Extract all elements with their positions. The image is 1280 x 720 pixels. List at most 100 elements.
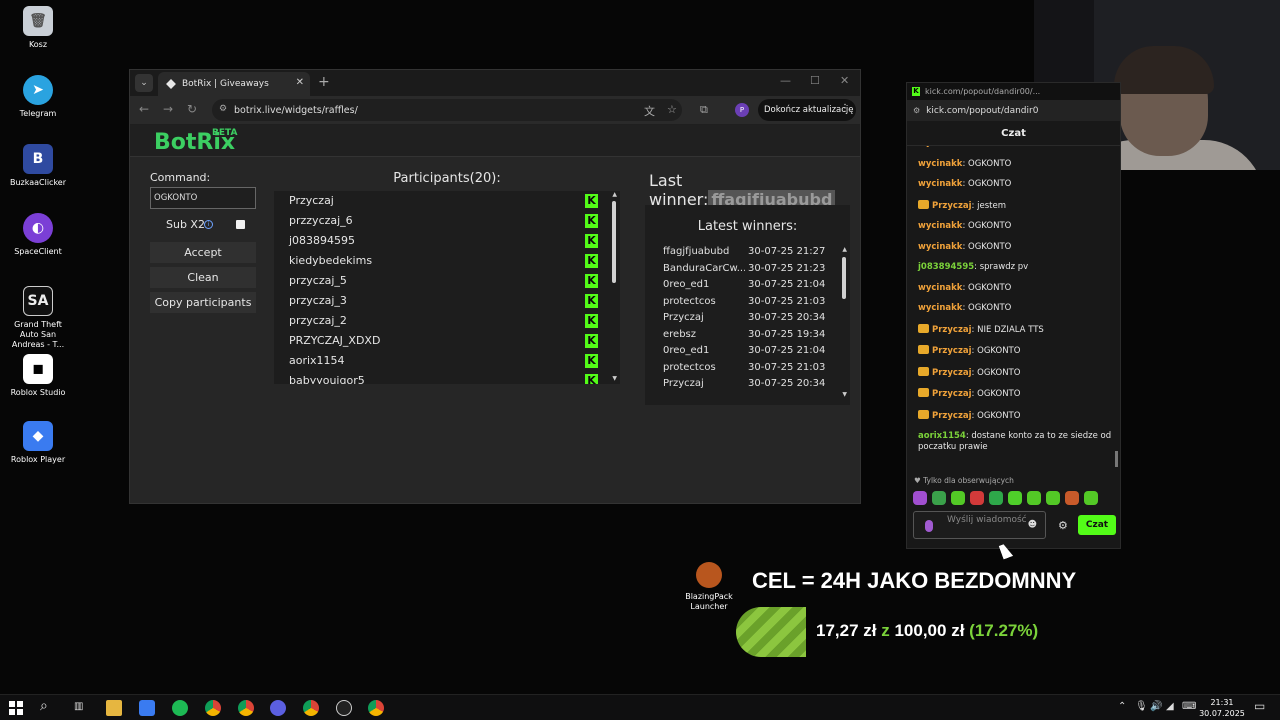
start-button[interactable] [9, 701, 23, 715]
store-icon[interactable] [139, 700, 155, 716]
file-explorer-icon[interactable] [106, 700, 122, 716]
chat-username[interactable]: j083894595 [918, 262, 974, 272]
chat-username[interactable]: aorix1154 [918, 431, 966, 441]
participant-row[interactable]: przzyczaj_6 K [274, 211, 620, 231]
emote-icon[interactable] [932, 491, 946, 505]
chat-username[interactable]: Przyczaj [932, 389, 972, 399]
copy-participants-button[interactable]: Copy participants [150, 292, 256, 313]
site-info-icon[interactable]: ⚙ [913, 106, 920, 115]
tab-botrix[interactable]: BotRix | Giveaways ✕ [158, 72, 310, 96]
chat-message-input[interactable]: Wyślij wiadomość ☻ [913, 511, 1046, 539]
desktop-icon-roblox-player[interactable]: ◆ Roblox Player [4, 421, 72, 465]
bookmark-star-icon[interactable]: ☆ [667, 103, 677, 116]
chrome-icon[interactable] [205, 700, 221, 716]
participant-row[interactable]: kiedybedekims K [274, 251, 620, 271]
send-chat-button[interactable]: Czat [1078, 515, 1116, 535]
emote-icon[interactable] [989, 491, 1003, 505]
chrome-icon[interactable] [238, 700, 254, 716]
scroll-up-icon[interactable]: ▲ [612, 191, 617, 198]
emote-icon[interactable] [1065, 491, 1079, 505]
participant-row[interactable]: aorix1154 K [274, 351, 620, 371]
address-bar[interactable]: ⚙ botrix.live/widgets/raffles/ [212, 99, 682, 121]
chrome-icon[interactable] [368, 700, 384, 716]
language-icon[interactable]: ⌨ [1182, 701, 1196, 712]
participant-row[interactable]: przyczaj_5 K [274, 271, 620, 291]
close-tab-icon[interactable]: ✕ [296, 77, 304, 88]
forward-button[interactable]: → [163, 102, 173, 116]
participant-row[interactable]: babyyouiqor5 K [274, 371, 620, 384]
participant-row[interactable]: j083894595 K [274, 231, 620, 251]
tray-chevron-icon[interactable]: ⌃ [1118, 701, 1126, 712]
chat-username[interactable]: wycinakk [918, 221, 962, 231]
discord-icon[interactable] [270, 700, 286, 716]
emote-icon[interactable] [1027, 491, 1041, 505]
participants-scrollbar[interactable] [612, 201, 616, 283]
tab-search-dropdown[interactable]: ⌄ [135, 74, 153, 92]
chat-address-bar[interactable]: ⚙ kick.com/popout/dandir0 [907, 100, 1120, 121]
close-window-button[interactable]: ✕ [840, 74, 849, 87]
winners-scrollbar[interactable] [842, 257, 846, 299]
chat-username[interactable]: Przyczaj [932, 325, 972, 335]
reload-button[interactable]: ↻ [187, 102, 197, 116]
latest-winners-box[interactable]: Latest winners: ffagjfjuabubd 30-07-25 21… [645, 205, 850, 405]
chat-username[interactable]: wycinakk [918, 146, 962, 148]
command-input[interactable]: OGKONTO [150, 187, 256, 209]
participant-row[interactable]: Przyczaj K [274, 191, 620, 211]
chat-username[interactable]: Przyczaj [932, 368, 972, 378]
microphone-icon[interactable] [925, 520, 933, 532]
clean-button[interactable]: Clean [150, 267, 256, 288]
spotify-icon[interactable] [172, 700, 188, 716]
profile-avatar[interactable]: P [735, 103, 749, 117]
emote-icon[interactable] [1046, 491, 1060, 505]
search-icon[interactable]: ⌕ [40, 698, 48, 714]
taskbar-clock[interactable]: 21:31 30.07.2025 [1198, 697, 1246, 719]
site-info-icon[interactable]: ⚙ [219, 104, 227, 114]
more-menu-icon[interactable]: ⋮ [840, 103, 850, 114]
desktop-icon-buzkaaclicker[interactable]: B BuzkaaClicker [4, 144, 72, 188]
extensions-icon[interactable]: ⧉ [700, 103, 708, 117]
chat-username[interactable]: Przyczaj [932, 411, 972, 421]
new-tab-button[interactable]: + [318, 74, 330, 90]
emoji-icon[interactable]: ☻ [1028, 520, 1037, 530]
chat-username[interactable]: wycinakk [918, 303, 962, 313]
chat-username[interactable]: wycinakk [918, 283, 962, 293]
maximize-button[interactable]: ☐ [810, 74, 820, 87]
translate-icon[interactable]: 文 [644, 103, 655, 119]
back-button[interactable]: ← [139, 102, 149, 116]
chat-scrollbar[interactable] [1115, 451, 1118, 467]
emote-icon[interactable] [951, 491, 965, 505]
emote-icon[interactable] [1008, 491, 1022, 505]
microphone-tray-icon[interactable]: 🎙 [1135, 701, 1148, 712]
chat-username[interactable]: Przyczaj [932, 346, 972, 356]
task-view-icon[interactable]: ▥ [74, 701, 83, 712]
emote-icon[interactable] [970, 491, 984, 505]
participant-row[interactable]: przyczaj_2 K [274, 311, 620, 331]
desktop-icon-kosz[interactable]: 🗑 Kosz [4, 6, 72, 50]
accept-button[interactable]: Accept [150, 242, 256, 263]
emote-icon[interactable] [1084, 491, 1098, 505]
chrome-icon[interactable] [303, 700, 319, 716]
emote-icon[interactable] [913, 491, 927, 505]
scroll-down-icon[interactable]: ▼ [842, 391, 847, 398]
chat-username[interactable]: wycinakk [918, 179, 962, 189]
desktop-icon-blazingpack[interactable]: BlazingPack Launcher [680, 562, 738, 612]
chat-username[interactable]: Przyczaj [932, 201, 972, 211]
participant-row[interactable]: PRZYCZAJ_XDXD K [274, 331, 620, 351]
obs-icon[interactable] [336, 700, 352, 716]
participant-row[interactable]: przyczaj_3 K [274, 291, 620, 311]
desktop-icon-roblox-studio[interactable]: ◼ Roblox Studio [4, 354, 72, 398]
volume-icon[interactable]: 🔊 [1150, 701, 1162, 712]
sub-x2-checkbox[interactable] [236, 220, 245, 229]
desktop-icon-telegram[interactable]: ➤ Telegram [4, 75, 72, 119]
participants-list[interactable]: Przyczaj Kprzzyczaj_6 Kj083894595 Kkiedybed… [274, 191, 620, 384]
desktop-icon-spaceclient[interactable]: ◐ SpaceClient [4, 213, 72, 257]
notifications-icon[interactable]: ▭ [1254, 699, 1265, 713]
minimize-button[interactable]: — [780, 74, 791, 87]
scroll-up-icon[interactable]: ▲ [842, 246, 847, 253]
desktop-icon-gta[interactable]: SA Grand Theft Auto San Andreas - T... [4, 286, 72, 350]
chat-username[interactable]: wycinakk [918, 242, 962, 252]
info-icon[interactable]: i [204, 220, 213, 229]
finish-update-button[interactable]: Dokończ aktualizację ⋮ [758, 99, 856, 121]
chat-username[interactable]: wycinakk [918, 159, 962, 169]
chat-settings-icon[interactable]: ⚙ [1058, 519, 1068, 532]
